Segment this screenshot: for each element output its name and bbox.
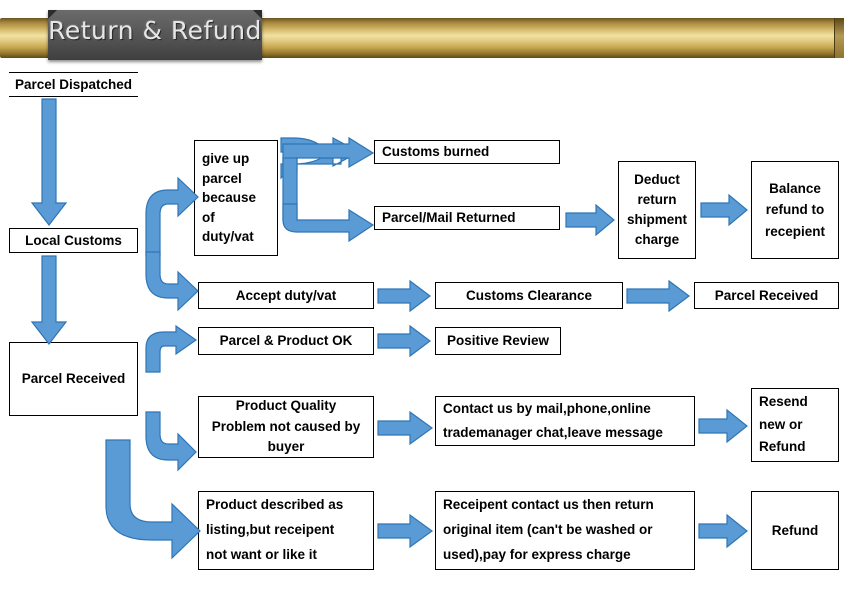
node-label: Parcel/Mail Returned	[382, 210, 516, 226]
node-label: Parcel & Product OK	[219, 333, 353, 349]
page-banner: Return & Refund	[0, 10, 844, 64]
node-label: Positive Review	[446, 333, 550, 349]
node-balance-refund[interactable]: Balance refund to recepient	[751, 161, 839, 259]
node-label: Local Customs	[25, 232, 122, 248]
node-positive-review[interactable]: Positive Review	[435, 327, 561, 355]
node-label: Parcel Received	[21, 371, 126, 387]
node-parcel-product-ok[interactable]: Parcel & Product OK	[198, 327, 374, 355]
node-product-quality-problem[interactable]: Product Quality Problem not caused by bu…	[198, 396, 374, 458]
node-label-line-1: Balance	[769, 180, 821, 196]
node-local-customs[interactable]: Local Customs	[9, 228, 138, 253]
gold-bar-endcap	[834, 18, 844, 58]
node-resend-or-refund[interactable]: Resend new or Refund	[751, 388, 839, 462]
node-label-line-3: used),pay for express charge	[443, 546, 631, 562]
node-label-line-2: return	[637, 191, 677, 207]
arrow-received-to-product-ok	[138, 324, 200, 373]
arrow-returned-to-deduct	[565, 203, 616, 237]
node-label-line-1: Product Quality	[235, 397, 337, 413]
arrow-quality-to-contact	[377, 410, 434, 446]
node-label: Customs Clearance	[465, 287, 593, 303]
node-product-described[interactable]: Product described as listing,but receipe…	[198, 491, 374, 570]
arrow-receipent-to-refund	[698, 513, 749, 549]
node-label-line-2: Problem not caused by	[211, 418, 361, 434]
node-label-line-4: charge	[634, 232, 680, 248]
node-deduct-return-shipment-charge[interactable]: Deduct return shipment charge	[618, 161, 696, 259]
node-label: Customs burned	[382, 144, 490, 160]
node-label-line-1: Product described as	[206, 497, 344, 513]
node-label-line-3: not want or like it	[206, 546, 318, 562]
node-accept-duty-vat[interactable]: Accept duty/vat	[198, 282, 374, 309]
arrow-deduct-to-balance	[700, 193, 749, 227]
arrow-customs-to-received	[30, 255, 72, 348]
node-label-line-2: parcel	[202, 170, 242, 186]
title-plaque: Return & Refund	[48, 10, 262, 60]
node-parcel-received-right[interactable]: Parcel Received	[694, 282, 839, 309]
node-label-line-2: trademanager chat,leave message	[443, 425, 663, 440]
arrow-received-to-product-described	[96, 439, 202, 560]
node-label-line-3: because	[202, 190, 257, 206]
node-refund[interactable]: Refund	[751, 491, 839, 570]
arrow-customs-to-accept	[138, 251, 200, 312]
arrow-customs-to-giveup	[138, 170, 200, 257]
node-label: Parcel Received	[714, 287, 819, 303]
node-customs-clearance[interactable]: Customs Clearance	[435, 282, 623, 309]
node-contact-us[interactable]: Contact us by mail,phone,online trademan…	[435, 396, 695, 446]
node-label-line-1: Contact us by mail,phone,online	[443, 400, 651, 416]
node-label-line-3: shipment	[626, 212, 687, 227]
node-label-line-5: duty/vat	[202, 229, 254, 245]
node-label: Parcel Dispatched	[14, 76, 133, 92]
node-label-line-1: Receipent contact us then return	[443, 497, 654, 513]
node-label-line-1: Resend	[759, 393, 808, 409]
node-label-line-2: original item (can't be washed or	[443, 522, 653, 538]
node-label-line-4: of	[202, 209, 215, 225]
node-label-line-3: buyer	[267, 439, 305, 455]
node-give-up-parcel[interactable]: give up parcel because of duty/vat	[194, 140, 278, 256]
arrow-giveup-to-parcel-returned	[282, 203, 379, 248]
node-label-line-1: Deduct	[634, 171, 680, 187]
page-title: Return & Refund	[48, 16, 262, 45]
node-label-line-2: listing,but receipent	[206, 522, 335, 538]
node-label-line-2: new or	[759, 416, 803, 432]
node-parcel-received[interactable]: Parcel Received	[9, 342, 138, 416]
node-label: Refund	[771, 522, 819, 538]
node-parcel-mail-returned[interactable]: Parcel/Mail Returned	[374, 206, 560, 230]
arrow-described-to-receipent	[377, 513, 434, 549]
arrow-dispatched-to-customs	[30, 98, 72, 229]
node-parcel-dispatched[interactable]: Parcel Dispatched	[9, 72, 138, 97]
node-label-line-3: Refund	[759, 439, 806, 455]
node-receipent-return[interactable]: Receipent contact us then return origina…	[435, 491, 695, 570]
arrow-clearance-to-received	[626, 279, 691, 313]
node-label: Accept duty/vat	[235, 287, 337, 303]
node-customs-burned[interactable]: Customs burned	[374, 140, 560, 164]
node-label-line-1: give up	[202, 151, 250, 167]
arrow-product-ok-to-review	[377, 324, 432, 358]
node-label-line-3: recepient	[764, 223, 826, 239]
arrow-accept-to-clearance	[377, 279, 432, 313]
node-label-line-2: refund to	[765, 202, 825, 218]
arrow-contact-to-resend	[698, 408, 749, 444]
